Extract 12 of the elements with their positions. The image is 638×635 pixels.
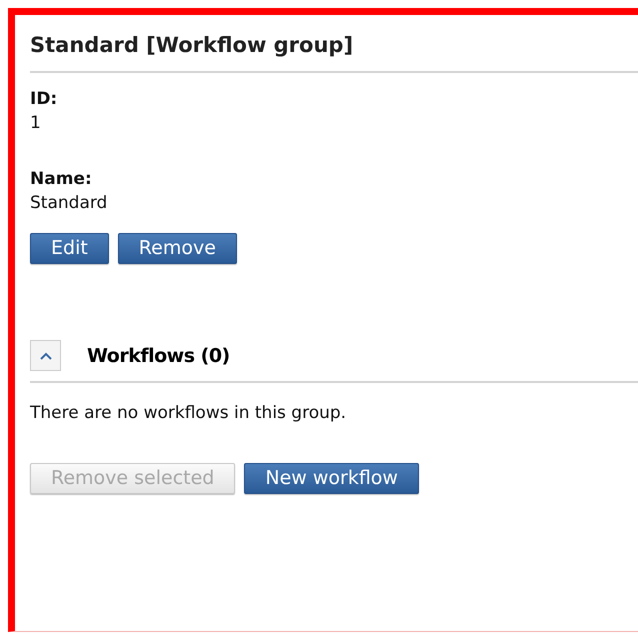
action-button[interactable]: New workflow xyxy=(244,463,419,494)
field-label: Name: xyxy=(30,169,92,189)
action-button[interactable]: Edit xyxy=(30,233,109,264)
page-title: Standard [Workflow group] xyxy=(30,33,638,73)
chevron-up-icon xyxy=(38,350,52,360)
field-value: Standard xyxy=(30,193,108,213)
collapse-toggle[interactable] xyxy=(30,340,61,371)
action-button[interactable]: Remove xyxy=(118,233,237,264)
field-label: ID: xyxy=(30,89,58,109)
field-value: 1 xyxy=(30,113,41,133)
section-title: Workflows (0) xyxy=(87,344,230,366)
empty-message: There are no workflows in this group. xyxy=(30,403,348,423)
